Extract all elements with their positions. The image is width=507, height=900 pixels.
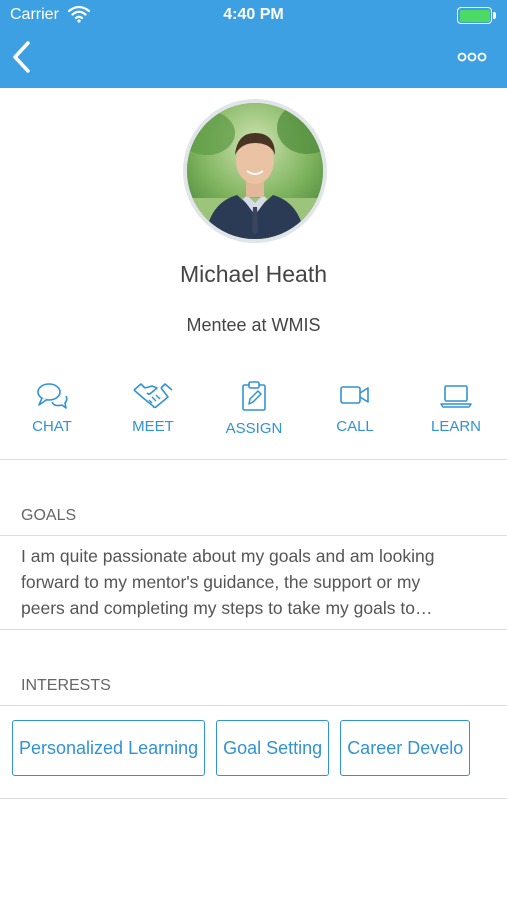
chat-bubbles-icon [37,383,68,409]
goals-line: I am quite passionate about my goals and… [21,546,435,566]
meet-button[interactable]: MEET [108,380,198,442]
more-dots-icon [457,52,487,62]
chat-button[interactable]: CHAT [7,380,97,442]
divider [0,798,507,799]
video-camera-icon [340,386,369,404]
chevron-left-icon [13,41,30,73]
interest-chip[interactable]: Personalized Learning [12,720,206,776]
avatar [183,99,327,243]
navigation-bar: Carrier 4:40 PM [0,0,507,88]
goals-heading: GOALS [21,507,77,524]
divider [0,535,507,536]
learn-label: LEARN [430,418,482,435]
action-bar: CHAT MEET ASSIGN CALL LEARN [0,380,507,450]
goals-line: peers and completing my steps to take my… [21,598,433,618]
status-time: 4:40 PM [223,6,284,23]
goals-line: forward to my mentor's guidance, the sup… [21,572,421,592]
interests-heading: INTERESTS [21,677,111,694]
laptop-icon [440,385,472,408]
status-bar: Carrier 4:40 PM [0,0,507,30]
chat-label: CHAT [32,418,72,435]
profile-role: Mentee at WMIS [186,315,321,335]
divider [0,459,507,460]
handshake-icon [133,383,173,409]
clipboard-pencil-icon [242,381,266,411]
meet-label: MEET [132,418,174,435]
divider [0,629,507,630]
learn-button[interactable]: LEARN [411,380,501,442]
battery-icon [457,7,497,24]
goals-text[interactable]: I am quite passionate about my goals and… [21,543,491,621]
call-label: CALL [336,418,374,435]
assign-label: ASSIGN [225,420,283,437]
profile-name: Michael Heath [179,261,328,287]
divider [0,705,507,706]
assign-button[interactable]: ASSIGN [209,380,299,442]
back-button[interactable] [10,40,36,74]
interests-chip-list[interactable]: Personalized Learning Goal Setting Career … [12,720,496,778]
interest-chip[interactable]: Goal Setting [216,720,330,776]
interest-chip[interactable]: Career Develo [340,720,471,776]
call-button[interactable]: CALL [310,380,400,442]
more-options-button[interactable] [457,50,487,64]
